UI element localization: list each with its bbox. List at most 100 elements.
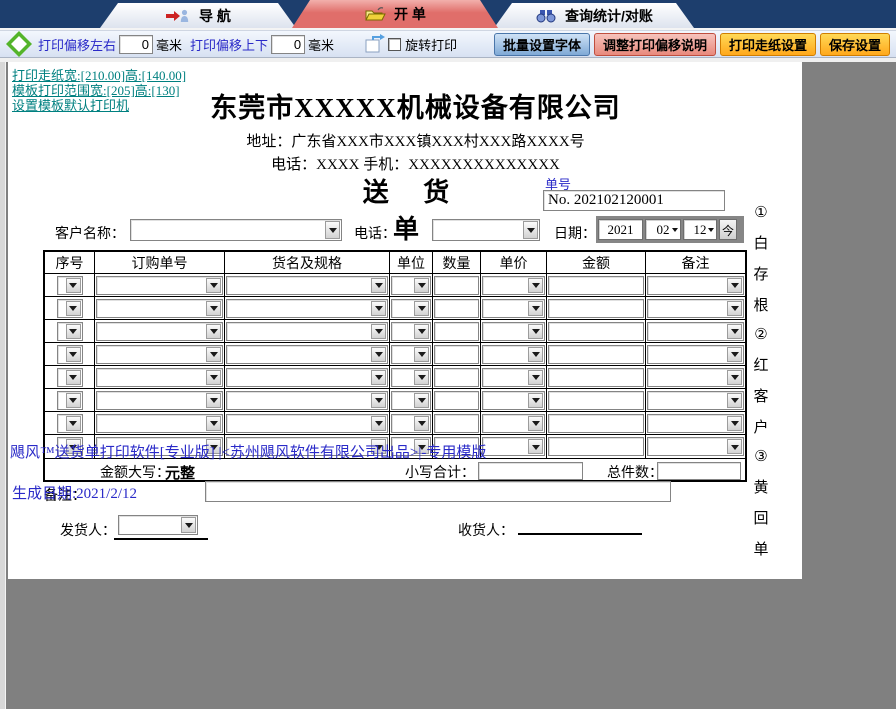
- row-combobox[interactable]: [391, 298, 431, 318]
- row-combobox[interactable]: [391, 390, 431, 410]
- rotate-print-checkbox[interactable]: [388, 37, 402, 51]
- row-combobox[interactable]: [647, 298, 744, 318]
- dropdown-arrow-icon[interactable]: [528, 392, 543, 408]
- row-combobox[interactable]: [391, 321, 431, 341]
- row-combobox[interactable]: [647, 275, 744, 295]
- row-combobox[interactable]: [482, 298, 545, 318]
- row-combobox[interactable]: [482, 390, 545, 410]
- dropdown-arrow-icon[interactable]: [325, 221, 340, 239]
- save-settings-button[interactable]: 保存设置: [819, 32, 890, 56]
- dropdown-arrow-icon[interactable]: [65, 369, 81, 385]
- row-combobox[interactable]: [226, 298, 388, 318]
- row-combobox[interactable]: [647, 344, 744, 364]
- row-combobox[interactable]: [482, 321, 545, 341]
- dropdown-arrow-icon[interactable]: [727, 415, 742, 431]
- row-input[interactable]: [548, 437, 644, 456]
- offset-lr-input[interactable]: 0: [119, 34, 154, 54]
- dropdown-arrow-icon[interactable]: [727, 277, 742, 293]
- dropdown-arrow-icon[interactable]: [727, 346, 742, 362]
- dropdown-arrow-icon[interactable]: [528, 346, 543, 362]
- dropdown-arrow-icon[interactable]: [523, 221, 538, 239]
- dropdown-arrow-icon[interactable]: [528, 323, 543, 339]
- row-combobox[interactable]: [96, 275, 223, 295]
- row-input[interactable]: [548, 390, 644, 410]
- row-combobox[interactable]: [647, 321, 744, 341]
- dropdown-arrow-icon[interactable]: [727, 439, 742, 454]
- row-combobox[interactable]: [56, 321, 83, 341]
- row-combobox[interactable]: [56, 344, 83, 364]
- phone-combobox[interactable]: [432, 219, 540, 241]
- row-input[interactable]: [548, 275, 644, 295]
- dropdown-arrow-icon[interactable]: [206, 300, 221, 316]
- dropdown-arrow-icon[interactable]: [65, 415, 81, 431]
- dropdown-arrow-icon[interactable]: [371, 415, 386, 431]
- row-combobox[interactable]: [482, 413, 545, 433]
- remark-input[interactable]: [205, 481, 671, 502]
- dropdown-arrow-icon[interactable]: [414, 415, 429, 431]
- dropdown-arrow-icon[interactable]: [528, 277, 543, 293]
- adjust-offset-help-button[interactable]: 调整打印偏移说明: [593, 32, 716, 56]
- dropdown-arrow-icon[interactable]: [206, 392, 221, 408]
- row-input[interactable]: [434, 344, 479, 364]
- dropdown-arrow-icon[interactable]: [727, 369, 742, 385]
- row-combobox[interactable]: [96, 390, 223, 410]
- row-combobox[interactable]: [96, 344, 223, 364]
- tab-query-stats[interactable]: 查询统计/对账: [494, 3, 694, 28]
- row-combobox[interactable]: [56, 298, 83, 318]
- subtotal-input[interactable]: [478, 462, 583, 480]
- dropdown-arrow-icon[interactable]: [414, 300, 429, 316]
- dropdown-arrow-icon[interactable]: [528, 439, 543, 454]
- row-input[interactable]: [434, 298, 479, 318]
- row-combobox[interactable]: [96, 298, 223, 318]
- today-button[interactable]: 今: [719, 219, 737, 240]
- dropdown-arrow-icon[interactable]: [206, 277, 221, 293]
- row-combobox[interactable]: [96, 367, 223, 387]
- row-input[interactable]: [434, 413, 479, 433]
- dropdown-arrow-icon[interactable]: [414, 277, 429, 293]
- row-input[interactable]: [548, 413, 644, 433]
- row-combobox[interactable]: [56, 275, 83, 295]
- bill-no-input[interactable]: No. 202102120001: [543, 190, 725, 211]
- dropdown-arrow-icon[interactable]: [206, 323, 221, 339]
- dropdown-arrow-icon[interactable]: [414, 346, 429, 362]
- dropdown-arrow-icon[interactable]: [371, 369, 386, 385]
- row-input[interactable]: [548, 344, 644, 364]
- row-combobox[interactable]: [96, 321, 223, 341]
- paper-size-link[interactable]: 打印走纸宽:[210.00]高:[140.00]: [12, 68, 186, 83]
- customer-combobox[interactable]: [130, 219, 342, 241]
- offset-ud-input[interactable]: 0: [271, 34, 306, 54]
- row-input[interactable]: [548, 321, 644, 341]
- dropdown-arrow-icon[interactable]: [414, 369, 429, 385]
- row-combobox[interactable]: [56, 413, 83, 433]
- row-combobox[interactable]: [647, 390, 744, 410]
- tab-navigation[interactable]: 导 航: [100, 3, 296, 28]
- dropdown-arrow-icon[interactable]: [371, 277, 386, 293]
- row-combobox[interactable]: [391, 367, 431, 387]
- row-combobox[interactable]: [226, 321, 388, 341]
- row-combobox[interactable]: [482, 275, 545, 295]
- row-input[interactable]: [548, 367, 644, 387]
- paper-feed-settings-button[interactable]: 打印走纸设置: [719, 32, 816, 56]
- row-input[interactable]: [434, 275, 479, 295]
- tab-billing[interactable]: 开 单: [292, 0, 498, 28]
- dropdown-arrow-icon[interactable]: [65, 300, 81, 316]
- date-month-combo[interactable]: 02: [645, 219, 681, 240]
- dropdown-arrow-icon[interactable]: [371, 392, 386, 408]
- dropdown-arrow-icon[interactable]: [528, 415, 543, 431]
- total-count-input[interactable]: [657, 462, 741, 480]
- row-input[interactable]: [548, 298, 644, 318]
- row-combobox[interactable]: [226, 367, 388, 387]
- dropdown-arrow-icon[interactable]: [727, 323, 742, 339]
- dropdown-arrow-icon[interactable]: [206, 415, 221, 431]
- dropdown-arrow-icon[interactable]: [65, 277, 81, 293]
- row-combobox[interactable]: [56, 367, 83, 387]
- batch-font-button[interactable]: 批量设置字体: [493, 32, 590, 56]
- dropdown-arrow-icon[interactable]: [65, 323, 81, 339]
- date-day-combo[interactable]: 12: [683, 219, 717, 240]
- row-combobox[interactable]: [647, 413, 744, 433]
- row-input[interactable]: [434, 321, 479, 341]
- dropdown-arrow-icon[interactable]: [371, 346, 386, 362]
- row-combobox[interactable]: [226, 413, 388, 433]
- row-combobox[interactable]: [96, 413, 223, 433]
- row-input[interactable]: [434, 390, 479, 410]
